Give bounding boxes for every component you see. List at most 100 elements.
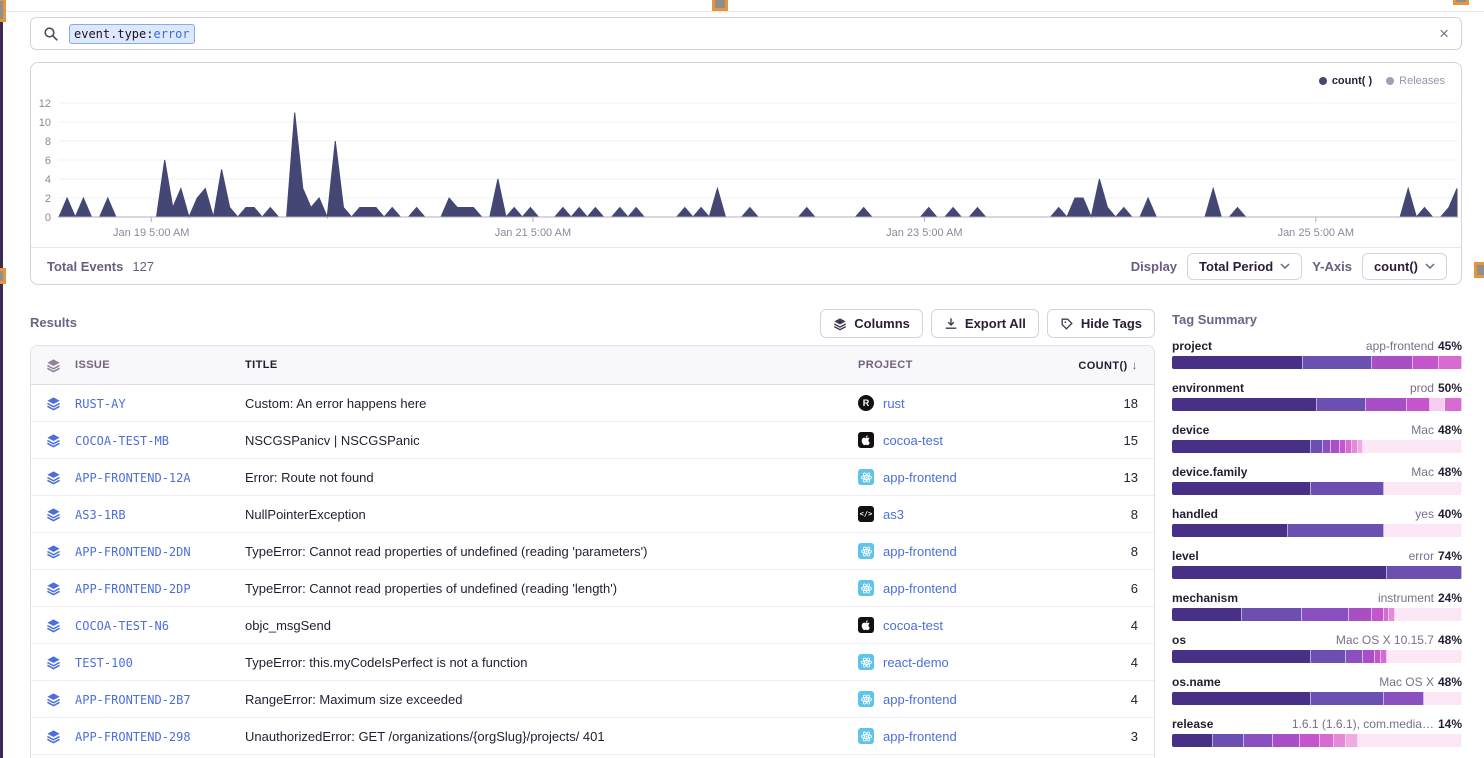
issue-link[interactable]: TEST-100	[75, 656, 133, 670]
issue-link[interactable]: APP-FRONTEND-2DN	[75, 545, 191, 559]
tag-distribution-bar[interactable]	[1172, 650, 1462, 663]
tag-bar-segment[interactable]	[1300, 734, 1320, 747]
open-group-icon-cell[interactable]	[31, 692, 75, 707]
tag-bar-segment[interactable]	[1320, 734, 1335, 747]
tag-distribution-bar[interactable]	[1172, 524, 1462, 537]
tag-bar-segment[interactable]	[1349, 608, 1372, 621]
project-link[interactable]: app-frontend	[883, 544, 957, 559]
project-link[interactable]: rust	[883, 396, 905, 411]
tag-bar-segment[interactable]	[1445, 398, 1462, 411]
issue-link[interactable]: COCOA-TEST-N6	[75, 619, 169, 633]
tag-distribution-bar[interactable]	[1172, 398, 1462, 411]
open-group-icon-cell[interactable]	[31, 655, 75, 670]
project-link[interactable]: app-frontend	[883, 581, 957, 596]
tag-bar-segment[interactable]	[1384, 482, 1462, 495]
tag-bar-segment[interactable]	[1244, 734, 1273, 747]
events-area-chart[interactable]: 024681012Jan 19 5:00 AMJan 21 5:00 AMJan…	[31, 87, 1463, 242]
column-header-project[interactable]: PROJECT	[858, 359, 1058, 371]
tag-bar-segment[interactable]	[1172, 482, 1311, 495]
tag-bar-segment[interactable]	[1311, 440, 1323, 453]
tag-bar-segment[interactable]	[1430, 398, 1445, 411]
tag-bar-segment[interactable]	[1439, 356, 1462, 369]
tag-bar-segment[interactable]	[1358, 734, 1462, 747]
open-group-icon-cell[interactable]	[31, 433, 75, 448]
tag-bar-segment[interactable]	[1172, 566, 1387, 579]
tag-bar-segment[interactable]	[1172, 608, 1242, 621]
tag-bar-segment[interactable]	[1334, 734, 1346, 747]
tag-bar-segment[interactable]	[1395, 608, 1462, 621]
tag-bar-segment[interactable]	[1172, 524, 1288, 537]
tag-bar-segment[interactable]	[1172, 734, 1213, 747]
tag-distribution-bar[interactable]	[1172, 482, 1462, 495]
tag-bar-segment[interactable]	[1172, 440, 1311, 453]
tag-bar-segment[interactable]	[1288, 524, 1384, 537]
tag-bar-segment[interactable]	[1242, 608, 1303, 621]
tag-bar-segment[interactable]	[1317, 398, 1366, 411]
tag-distribution-bar[interactable]	[1172, 440, 1462, 453]
project-link[interactable]: cocoa-test	[883, 618, 943, 633]
tag-bar-segment[interactable]	[1273, 734, 1299, 747]
issue-link[interactable]: RUST-AY	[75, 397, 126, 411]
issue-link[interactable]: COCOA-TEST-MB	[75, 434, 169, 448]
tag-bar-segment[interactable]	[1311, 650, 1346, 663]
tag-bar-segment[interactable]	[1372, 608, 1384, 621]
tag-bar-segment[interactable]	[1331, 440, 1340, 453]
export-all-button[interactable]: Export All	[931, 309, 1039, 338]
tag-bar-segment[interactable]	[1172, 692, 1311, 705]
tag-bar-segment[interactable]	[1424, 692, 1462, 705]
tag-bar-segment[interactable]	[1213, 734, 1245, 747]
tag-bar-segment[interactable]	[1346, 734, 1358, 747]
selection-handle-mid-left[interactable]	[0, 268, 6, 284]
clear-search-icon[interactable]: ×	[1439, 25, 1449, 42]
tag-bar-segment[interactable]	[1311, 482, 1384, 495]
tag-bar-segment[interactable]	[1311, 692, 1384, 705]
tag-bar-segment[interactable]	[1372, 356, 1413, 369]
project-link[interactable]: app-frontend	[883, 729, 957, 744]
project-link[interactable]: cocoa-test	[883, 433, 943, 448]
tag-distribution-bar[interactable]	[1172, 692, 1462, 705]
selection-handle-mid-right[interactable]	[1474, 262, 1484, 278]
issue-stack-column-header[interactable]	[31, 358, 75, 373]
tag-bar-segment[interactable]	[1407, 398, 1430, 411]
open-group-icon-cell[interactable]	[31, 581, 75, 596]
project-link[interactable]: app-frontend	[883, 692, 957, 707]
search-bar[interactable]: event.type:error ×	[30, 17, 1462, 50]
display-dropdown[interactable]: Total Period	[1187, 253, 1302, 280]
tag-distribution-bar[interactable]	[1172, 356, 1462, 369]
legend-item-releases[interactable]: Releases	[1386, 75, 1445, 87]
legend-item-count[interactable]: count( )	[1319, 75, 1372, 87]
column-header-title[interactable]: TITLE	[245, 359, 858, 371]
tag-bar-segment[interactable]	[1387, 566, 1462, 579]
column-header-issue[interactable]: ISSUE	[75, 359, 245, 371]
yaxis-dropdown[interactable]: count()	[1362, 253, 1447, 280]
tag-distribution-bar[interactable]	[1172, 566, 1462, 579]
tag-bar-segment[interactable]	[1172, 650, 1311, 663]
tag-bar-segment[interactable]	[1413, 356, 1439, 369]
tag-bar-segment[interactable]	[1303, 356, 1373, 369]
column-header-count[interactable]: COUNT()↓	[1058, 358, 1154, 372]
issue-link[interactable]: APP-FRONTEND-2B7	[75, 693, 191, 707]
columns-button[interactable]: Columns	[820, 309, 923, 338]
tag-bar-segment[interactable]	[1387, 650, 1462, 663]
tag-bar-segment[interactable]	[1363, 440, 1462, 453]
tag-bar-segment[interactable]	[1363, 650, 1375, 663]
search-query-token[interactable]: event.type:error	[69, 24, 195, 44]
project-link[interactable]: as3	[883, 507, 904, 522]
issue-link[interactable]: APP-FRONTEND-2DP	[75, 582, 191, 596]
open-group-icon-cell[interactable]	[31, 396, 75, 411]
open-group-icon-cell[interactable]	[31, 507, 75, 522]
issue-link[interactable]: APP-FRONTEND-12A	[75, 471, 191, 485]
open-group-icon-cell[interactable]	[31, 470, 75, 485]
tag-bar-segment[interactable]	[1366, 398, 1407, 411]
selection-handle-top-center[interactable]	[712, 0, 728, 11]
project-link[interactable]: app-frontend	[883, 470, 957, 485]
tag-bar-segment[interactable]	[1172, 356, 1303, 369]
tag-bar-segment[interactable]	[1302, 608, 1348, 621]
hide-tags-button[interactable]: Hide Tags	[1047, 309, 1155, 338]
tag-bar-segment[interactable]	[1172, 398, 1317, 411]
selection-handle-top-right[interactable]	[1453, 0, 1469, 5]
tag-distribution-bar[interactable]	[1172, 608, 1462, 621]
tag-bar-segment[interactable]	[1384, 524, 1462, 537]
tag-distribution-bar[interactable]	[1172, 734, 1462, 747]
tag-bar-segment[interactable]	[1346, 650, 1363, 663]
